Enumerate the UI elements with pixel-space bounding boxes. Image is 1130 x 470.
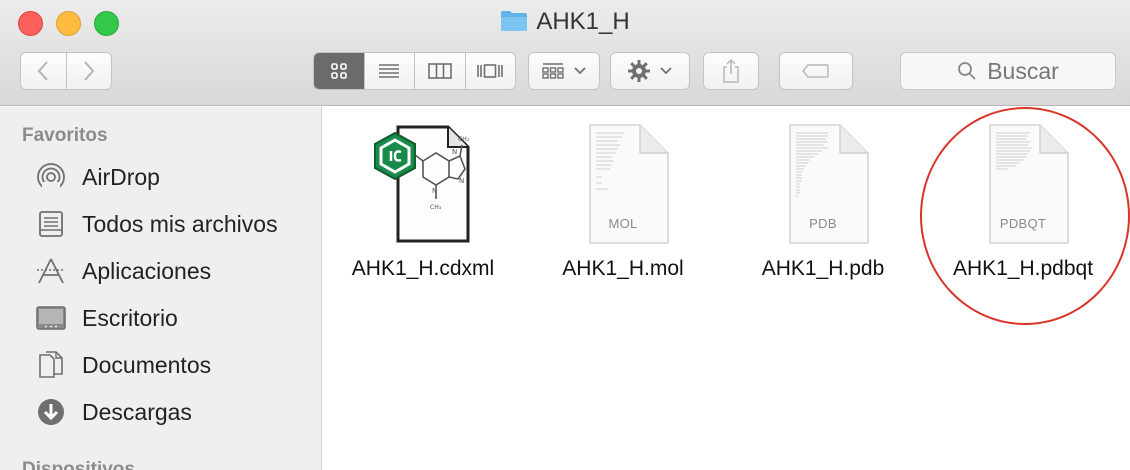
svg-text:N: N <box>459 177 464 185</box>
share-button[interactable] <box>703 52 759 90</box>
chevron-down-icon <box>660 67 672 75</box>
sidebar-item-label: Descargas <box>82 398 192 425</box>
icon-view-icon <box>330 63 347 79</box>
tag-button[interactable] <box>779 52 853 90</box>
all-files-icon <box>34 209 68 239</box>
coverflow-view-button[interactable] <box>464 53 516 89</box>
file-name: AHK1_H.pdbqt <box>952 257 1094 280</box>
file-extension-label: MOL <box>608 216 638 231</box>
file-item[interactable]: PDBQT AHK1_H.pdbqt <box>928 121 1118 281</box>
file-name: AHK1_H.mol <box>562 257 684 280</box>
gear-icon <box>628 60 650 82</box>
folder-icon <box>501 11 528 31</box>
sidebar-item-downloads[interactable]: Descargas <box>34 392 314 432</box>
back-button[interactable] <box>21 53 66 89</box>
documents-icon <box>34 350 68 380</box>
column-view-button[interactable] <box>414 53 465 89</box>
search-placeholder: Buscar <box>987 57 1059 84</box>
sidebar-section-favorites: Favoritos <box>22 125 108 146</box>
arrange-button[interactable] <box>528 52 600 90</box>
svg-text:N: N <box>452 148 457 156</box>
file-item[interactable]: N N N CH₃ CH₃ AHK1_H.cdxml <box>328 121 518 281</box>
document-icon: PDB <box>768 121 878 245</box>
coverflow-view-icon <box>477 64 504 78</box>
desktop-icon <box>34 303 68 333</box>
chevron-left-icon <box>38 61 49 81</box>
file-browser-content: N N N CH₃ CH₃ AHK1_H.cdxml MOL AHK1_H.mo… <box>323 107 1130 470</box>
sidebar-item-label: Documentos <box>82 351 212 378</box>
column-view-icon <box>427 63 452 79</box>
icon-view-button[interactable] <box>314 53 364 89</box>
sidebar-item-desktop[interactable]: Escritorio <box>34 298 314 338</box>
svg-text:CH₃: CH₃ <box>430 204 442 211</box>
sidebar-item-label: Escritorio <box>82 304 178 331</box>
downloads-icon <box>34 397 68 427</box>
navigation-buttons <box>20 52 112 90</box>
sidebar-item-airdrop[interactable]: AirDrop <box>34 157 314 197</box>
action-button[interactable] <box>610 52 690 90</box>
airdrop-icon <box>34 162 68 192</box>
sidebar-item-applications[interactable]: Aplicaciones <box>34 251 314 291</box>
share-icon <box>723 58 739 83</box>
sidebar-item-label: Todos mis archivos <box>82 210 278 237</box>
svg-text:CH₃: CH₃ <box>458 136 470 143</box>
sidebar-item-all-files[interactable]: Todos mis archivos <box>34 204 314 244</box>
search-icon <box>958 62 976 80</box>
sidebar-item-documents[interactable]: Documentos <box>34 345 314 385</box>
chemdraw-document-icon: N N N CH₃ CH₃ <box>368 121 478 245</box>
view-mode-selector <box>313 52 516 90</box>
applications-icon <box>34 256 68 286</box>
file-name: AHK1_H.pdb <box>761 257 885 280</box>
tag-icon <box>802 64 829 78</box>
list-view-button[interactable] <box>363 53 415 89</box>
file-extension-label: PDBQT <box>999 216 1047 231</box>
arrange-grid-icon <box>542 63 564 79</box>
window-title-text: AHK1_H <box>536 8 630 35</box>
chevron-down-icon <box>574 67 586 75</box>
file-item[interactable]: PDB AHK1_H.pdb <box>728 121 918 281</box>
title-bar: AHK1_H Buscar <box>0 0 1130 106</box>
sidebar-item-label: AirDrop <box>82 163 160 190</box>
sidebar-item-label: Aplicaciones <box>82 257 212 284</box>
search-field[interactable]: Buscar <box>900 52 1116 90</box>
forward-button[interactable] <box>65 53 111 89</box>
sidebar-section-devices: Dispositivos <box>22 459 135 470</box>
file-extension-label: PDB <box>809 216 837 231</box>
document-icon: MOL <box>568 121 678 245</box>
svg-text:N: N <box>432 187 437 195</box>
document-icon: PDBQT <box>968 121 1078 245</box>
sidebar: Favoritos AirDrop Todos mis archivos Apl… <box>0 107 322 470</box>
file-name: AHK1_H.cdxml <box>351 257 495 280</box>
window-title: AHK1_H <box>0 8 1130 36</box>
list-view-icon <box>379 64 400 78</box>
chevron-right-icon <box>84 61 95 81</box>
file-item[interactable]: MOL AHK1_H.mol <box>528 121 718 281</box>
